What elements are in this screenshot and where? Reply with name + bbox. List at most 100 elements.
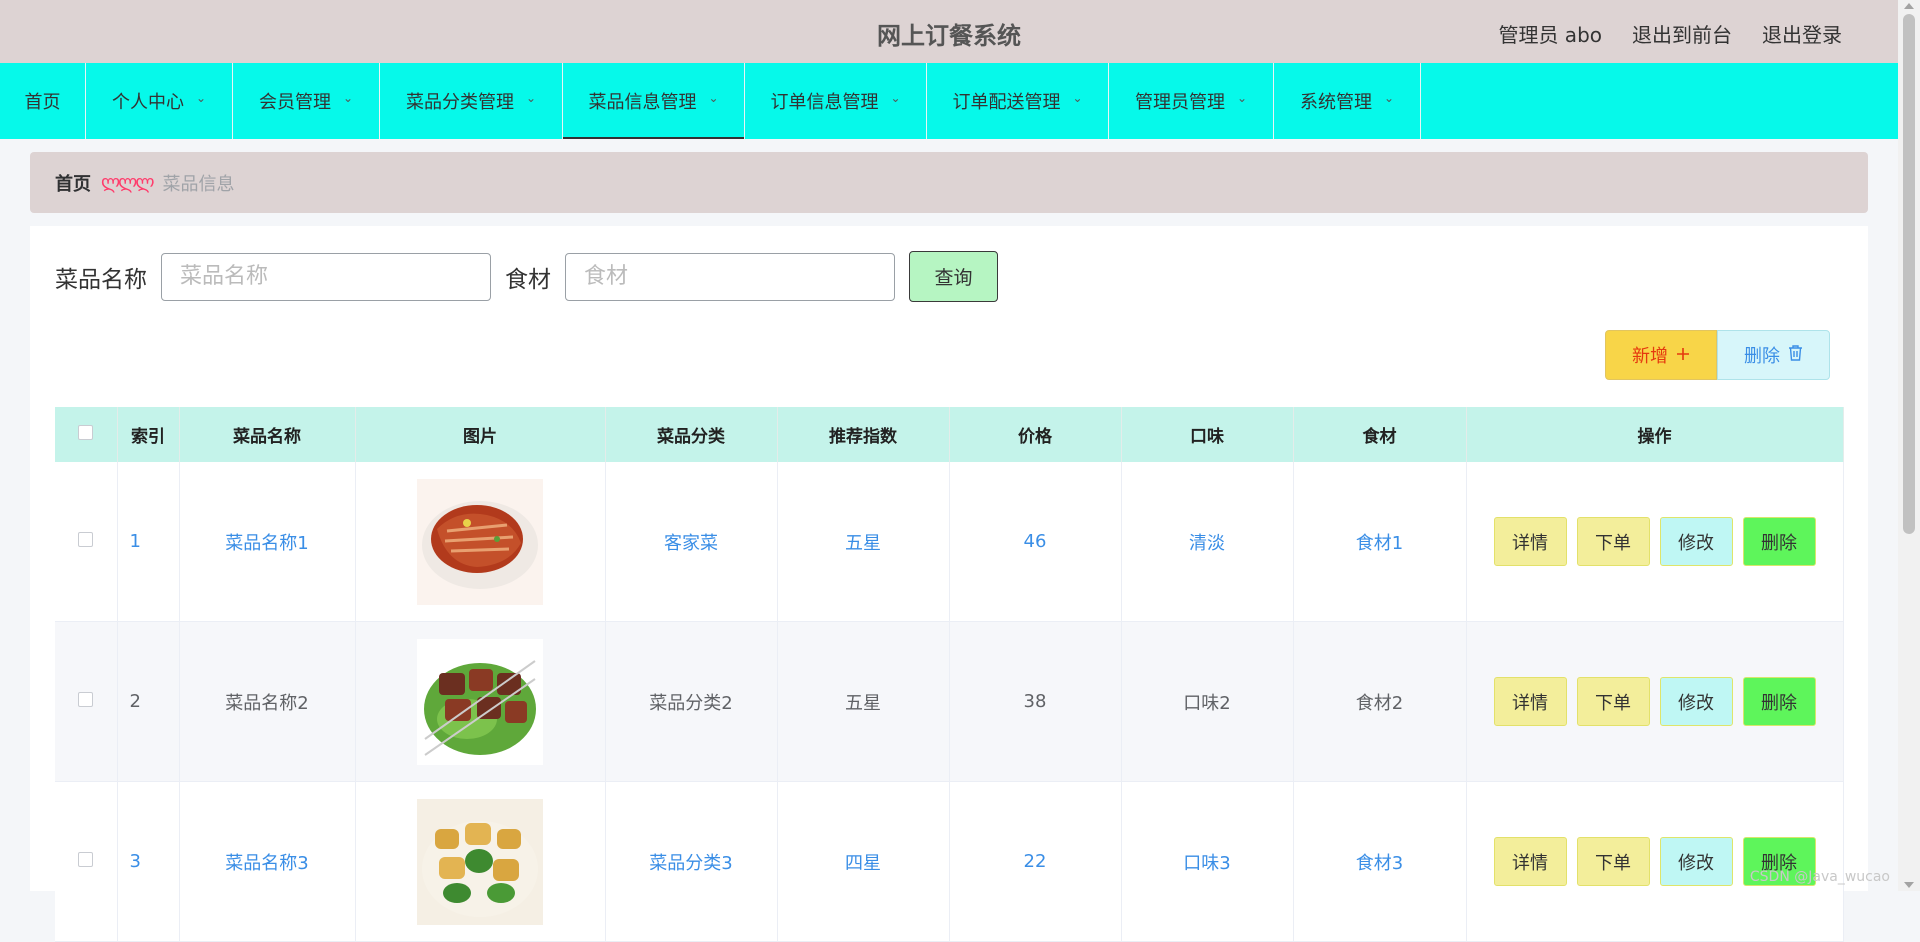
order-button[interactable]: 下单: [1576, 837, 1650, 886]
row-checkbox[interactable]: [78, 852, 94, 867]
nav-dish-category-mgmt[interactable]: 菜品分类管理 ⌄: [380, 63, 563, 139]
cell-name: 菜品名称2: [179, 621, 356, 782]
table-row: 2 菜品名称2 菜品分类2 五星 38 口味2 食材2 详情 下单 修改 删除: [55, 621, 1844, 782]
delete-button[interactable]: 删除: [1742, 677, 1816, 726]
dish-image-kebab-skewers: [417, 638, 543, 765]
col-taste: 口味: [1121, 407, 1294, 462]
col-ops: 操作: [1466, 407, 1844, 462]
nav-label: 首页: [24, 92, 61, 113]
chevron-down-icon: ⌄: [1236, 91, 1248, 105]
row-checkbox[interactable]: [78, 532, 94, 547]
delete-button[interactable]: 删除: [1742, 517, 1816, 566]
logout-link[interactable]: 退出登录: [1762, 19, 1842, 48]
header-links: 管理员 abo 退出到前台 退出登录: [1498, 19, 1842, 48]
nav-label: 系统管理: [1299, 92, 1372, 113]
select-all-checkbox[interactable]: [78, 424, 94, 440]
select-all-cell: [55, 407, 118, 462]
delete-label: 删除: [1744, 346, 1780, 367]
table-actions: 新增 删除: [1605, 330, 1830, 380]
nav-member-mgmt[interactable]: 会员管理 ⌄: [233, 63, 380, 139]
cell-ingredient: 食材3: [1293, 781, 1467, 942]
table-header-row: 索引 菜品名称 图片 菜品分类 推荐指数 价格 口味 食材 操作: [55, 407, 1844, 462]
chevron-down-icon: ⌄: [525, 91, 537, 105]
cell-rating: 五星: [777, 621, 950, 782]
cell-taste: 口味3: [1121, 781, 1294, 942]
add-button[interactable]: 新增: [1605, 330, 1717, 380]
cell-rating: 四星: [777, 781, 950, 942]
edit-button[interactable]: 修改: [1659, 677, 1733, 726]
col-image: 图片: [355, 407, 606, 462]
detail-button[interactable]: 详情: [1493, 677, 1567, 726]
to-front-link[interactable]: 退出到前台: [1632, 19, 1732, 48]
cell-category: 客家菜: [605, 462, 778, 622]
cell-rating: 五星: [777, 462, 950, 622]
main-nav: 首页 个人中心 ⌄ 会员管理 ⌄ 菜品分类管理 ⌄ 菜品信息管理 ⌄ 订单信息管…: [0, 63, 1898, 139]
watermark: CSDN @Java_wucao: [1749, 869, 1890, 885]
cell-taste: 口味2: [1121, 621, 1294, 782]
cell-ops: 详情 下单 修改 删除: [1466, 462, 1844, 622]
col-ingredient: 食材: [1293, 407, 1467, 462]
col-category: 菜品分类: [605, 407, 778, 462]
nav-label: 管理员管理: [1134, 92, 1225, 113]
detail-button[interactable]: 详情: [1493, 517, 1567, 566]
cell-taste: 清淡: [1121, 462, 1294, 622]
nav-label: 订单配送管理: [952, 92, 1061, 113]
chevron-down-icon: ⌄: [1072, 91, 1083, 105]
cell-image: [355, 621, 606, 782]
order-button[interactable]: 下单: [1576, 517, 1650, 566]
chevron-down-icon: ⌄: [1383, 91, 1395, 105]
dish-name-label: 菜品名称: [55, 266, 147, 293]
ingredient-label: 食材: [505, 266, 551, 293]
nav-system-mgmt[interactable]: 系统管理 ⌄: [1274, 63, 1421, 139]
row-select-cell: [55, 462, 118, 622]
nav-order-delivery-mgmt[interactable]: 订单配送管理 ⌄: [927, 63, 1109, 139]
dish-image-roast-meat: [417, 478, 543, 605]
col-index: 索引: [117, 407, 180, 462]
breadcrumb-current: 菜品信息: [162, 173, 235, 195]
scroll-down-icon[interactable]: [1904, 882, 1914, 888]
nav-admin-mgmt[interactable]: 管理员管理 ⌄: [1109, 63, 1274, 139]
col-rating: 推荐指数: [777, 407, 950, 462]
nav-home[interactable]: 首页: [0, 63, 86, 139]
chevron-down-icon: ⌄: [195, 91, 207, 105]
breadcrumb-home[interactable]: 首页: [55, 170, 91, 196]
main-panel: 菜品名称 食材 查询 新增 删除: [30, 226, 1868, 942]
order-button[interactable]: 下单: [1576, 677, 1650, 726]
table-row: 1 菜品名称1 客家菜 五星 46 清淡 食材1 详情 下单 修改 删除: [55, 462, 1844, 622]
cell-ingredient: 食材1: [1293, 462, 1467, 622]
cell-ops: 详情 下单 修改 删除: [1466, 781, 1844, 942]
cell-name: 菜品名称1: [179, 462, 356, 622]
current-user: 管理员 abo: [1498, 23, 1602, 47]
nav-dish-info-mgmt[interactable]: 菜品信息管理 ⌄: [563, 63, 745, 139]
cell-image: [355, 462, 606, 622]
scrollbar-thumb[interactable]: [1903, 14, 1915, 534]
nav-order-info-mgmt[interactable]: 订单信息管理 ⌄: [745, 63, 927, 139]
add-label: 新增: [1632, 346, 1668, 367]
top-header: 网上订餐系统 管理员 abo 退出到前台 退出登录: [0, 0, 1898, 63]
cell-index: 2: [117, 621, 180, 782]
breadcrumb: 首页 ლლლ 菜品信息: [30, 152, 1868, 213]
chevron-down-icon: ⌄: [708, 91, 719, 105]
detail-button[interactable]: 详情: [1493, 837, 1567, 886]
cell-index: 3: [117, 781, 180, 942]
row-checkbox[interactable]: [78, 692, 94, 707]
scroll-up-icon[interactable]: [1904, 3, 1914, 9]
nav-label: 订单信息管理: [770, 92, 879, 113]
plus-icon: [1676, 345, 1690, 366]
dish-name-input[interactable]: [161, 252, 491, 301]
row-select-cell: [55, 621, 118, 782]
cell-category: 菜品分类3: [605, 781, 778, 942]
nav-personal-center[interactable]: 个人中心 ⌄: [86, 63, 233, 139]
cell-image: [355, 781, 606, 942]
query-button[interactable]: 查询: [909, 251, 998, 302]
cell-price: 22: [949, 781, 1122, 942]
ingredient-input[interactable]: [565, 252, 895, 301]
edit-button[interactable]: 修改: [1659, 837, 1733, 886]
trash-icon: [1788, 344, 1803, 366]
cell-ops: 详情 下单 修改 删除: [1466, 621, 1844, 782]
vertical-scrollbar[interactable]: [1898, 0, 1920, 891]
edit-button[interactable]: 修改: [1659, 517, 1733, 566]
batch-delete-button[interactable]: 删除: [1717, 330, 1830, 380]
nav-label: 会员管理: [258, 92, 331, 113]
row-select-cell: [55, 781, 118, 942]
